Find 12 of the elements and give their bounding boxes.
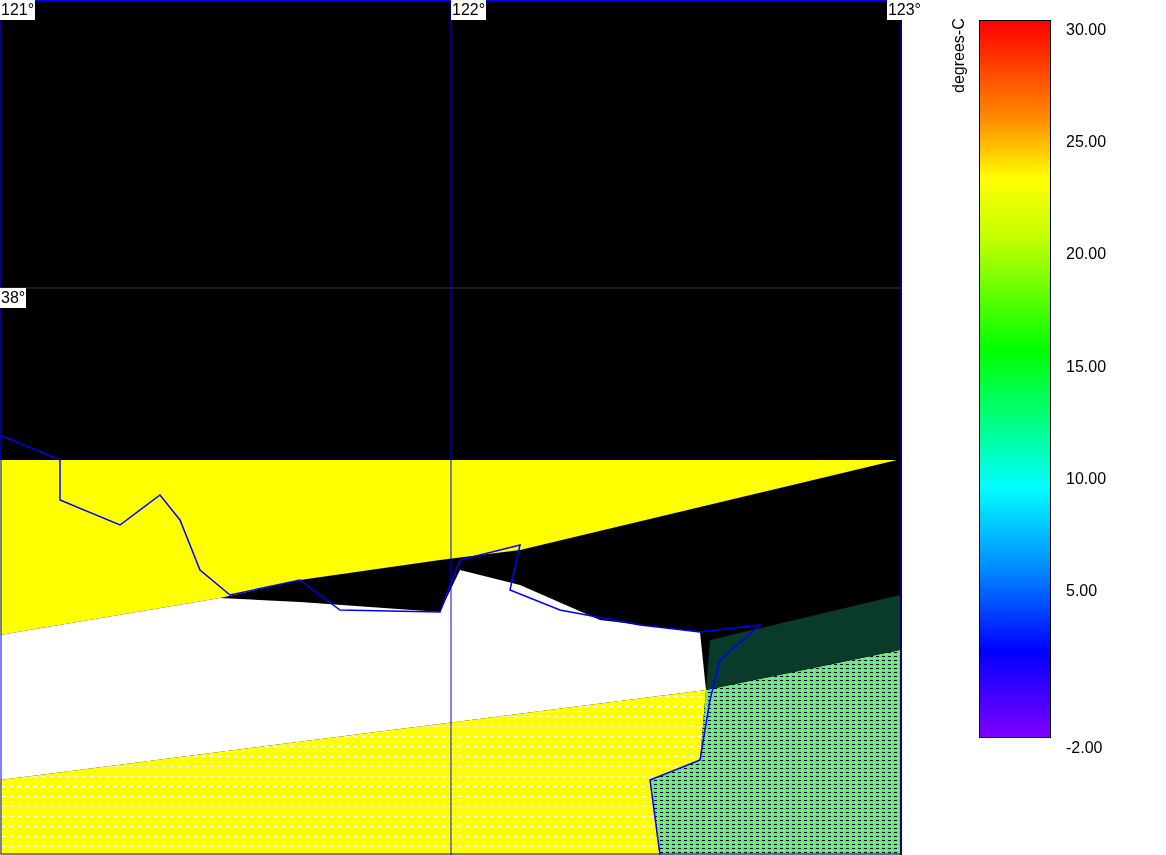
- longitude-label: 122°: [451, 0, 487, 20]
- scale-tick-label: 30.00: [1066, 20, 1107, 40]
- scale-tick-label: 10.00: [1066, 468, 1107, 489]
- scale-tick-label: 5.00: [1066, 580, 1098, 601]
- latitude-label: 38°: [0, 288, 27, 308]
- scale-tick-label: 25.00: [1066, 132, 1107, 153]
- scale-tick-label: 15.00: [1066, 356, 1107, 377]
- longitude-label: 121°: [0, 0, 36, 20]
- longitude-label: 123°: [886, 0, 922, 20]
- scale-tick-label: -2.00: [1066, 738, 1103, 758]
- scale-tick-label: 20.00: [1066, 244, 1107, 265]
- color-scale-title: degrees-C: [949, 18, 968, 95]
